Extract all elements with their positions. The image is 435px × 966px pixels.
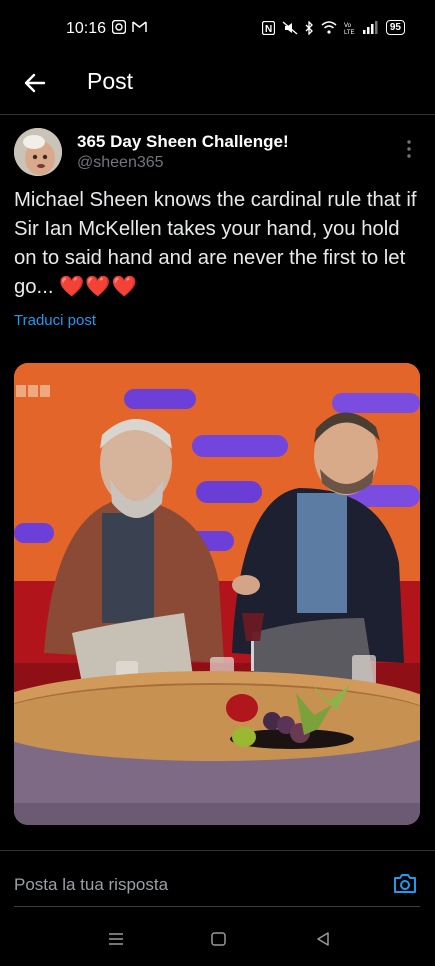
bluetooth-icon — [305, 20, 313, 35]
svg-text:N: N — [265, 24, 272, 35]
author-name[interactable]: 365 Day Sheen Challenge! — [77, 132, 289, 152]
header: Post — [0, 56, 435, 112]
status-time: 10:16 — [66, 20, 107, 37]
notification-icons — [112, 20, 147, 34]
camera-notification-icon — [112, 20, 126, 34]
avatar[interactable] — [14, 128, 62, 176]
volte-icon: Vo LTE — [344, 23, 355, 35]
reply-divider — [0, 850, 435, 851]
post-text: Michael Sheen knows the cardinal rule th… — [14, 186, 424, 302]
wifi-icon — [321, 21, 337, 34]
back-arrow-icon[interactable] — [22, 70, 48, 96]
camera-icon[interactable] — [393, 872, 417, 894]
more-options-icon[interactable] — [403, 139, 415, 159]
heart-emoji: ❤️❤️❤️ — [59, 276, 138, 298]
status-bar: 10:16 N Vo LTE 95 — [0, 0, 435, 56]
bbc-logo — [16, 385, 50, 397]
translate-post-link[interactable]: Traduci post — [14, 312, 96, 329]
page-title: Post — [87, 68, 134, 94]
post-image[interactable] — [14, 363, 420, 825]
system-icons: N Vo LTE 95 — [261, 20, 405, 35]
reply-input[interactable]: Posta la tua risposta — [14, 875, 168, 895]
svg-text:LTE: LTE — [344, 30, 355, 35]
system-nav-bar — [0, 914, 435, 966]
reply-bar: Posta la tua risposta — [0, 852, 435, 914]
gmail-icon — [132, 21, 147, 32]
reply-underline — [14, 906, 420, 907]
home-icon[interactable] — [211, 932, 226, 946]
mute-icon — [282, 21, 298, 34]
author-handle[interactable]: @sheen365 — [77, 154, 164, 172]
battery-indicator: 95 — [385, 20, 405, 35]
nfc-icon: N — [261, 20, 275, 35]
recent-apps-icon[interactable] — [108, 932, 124, 946]
nav-back-icon[interactable] — [316, 932, 330, 946]
signal-icon — [362, 21, 378, 34]
svg-text:Vo: Vo — [344, 23, 352, 29]
header-divider — [0, 114, 435, 115]
